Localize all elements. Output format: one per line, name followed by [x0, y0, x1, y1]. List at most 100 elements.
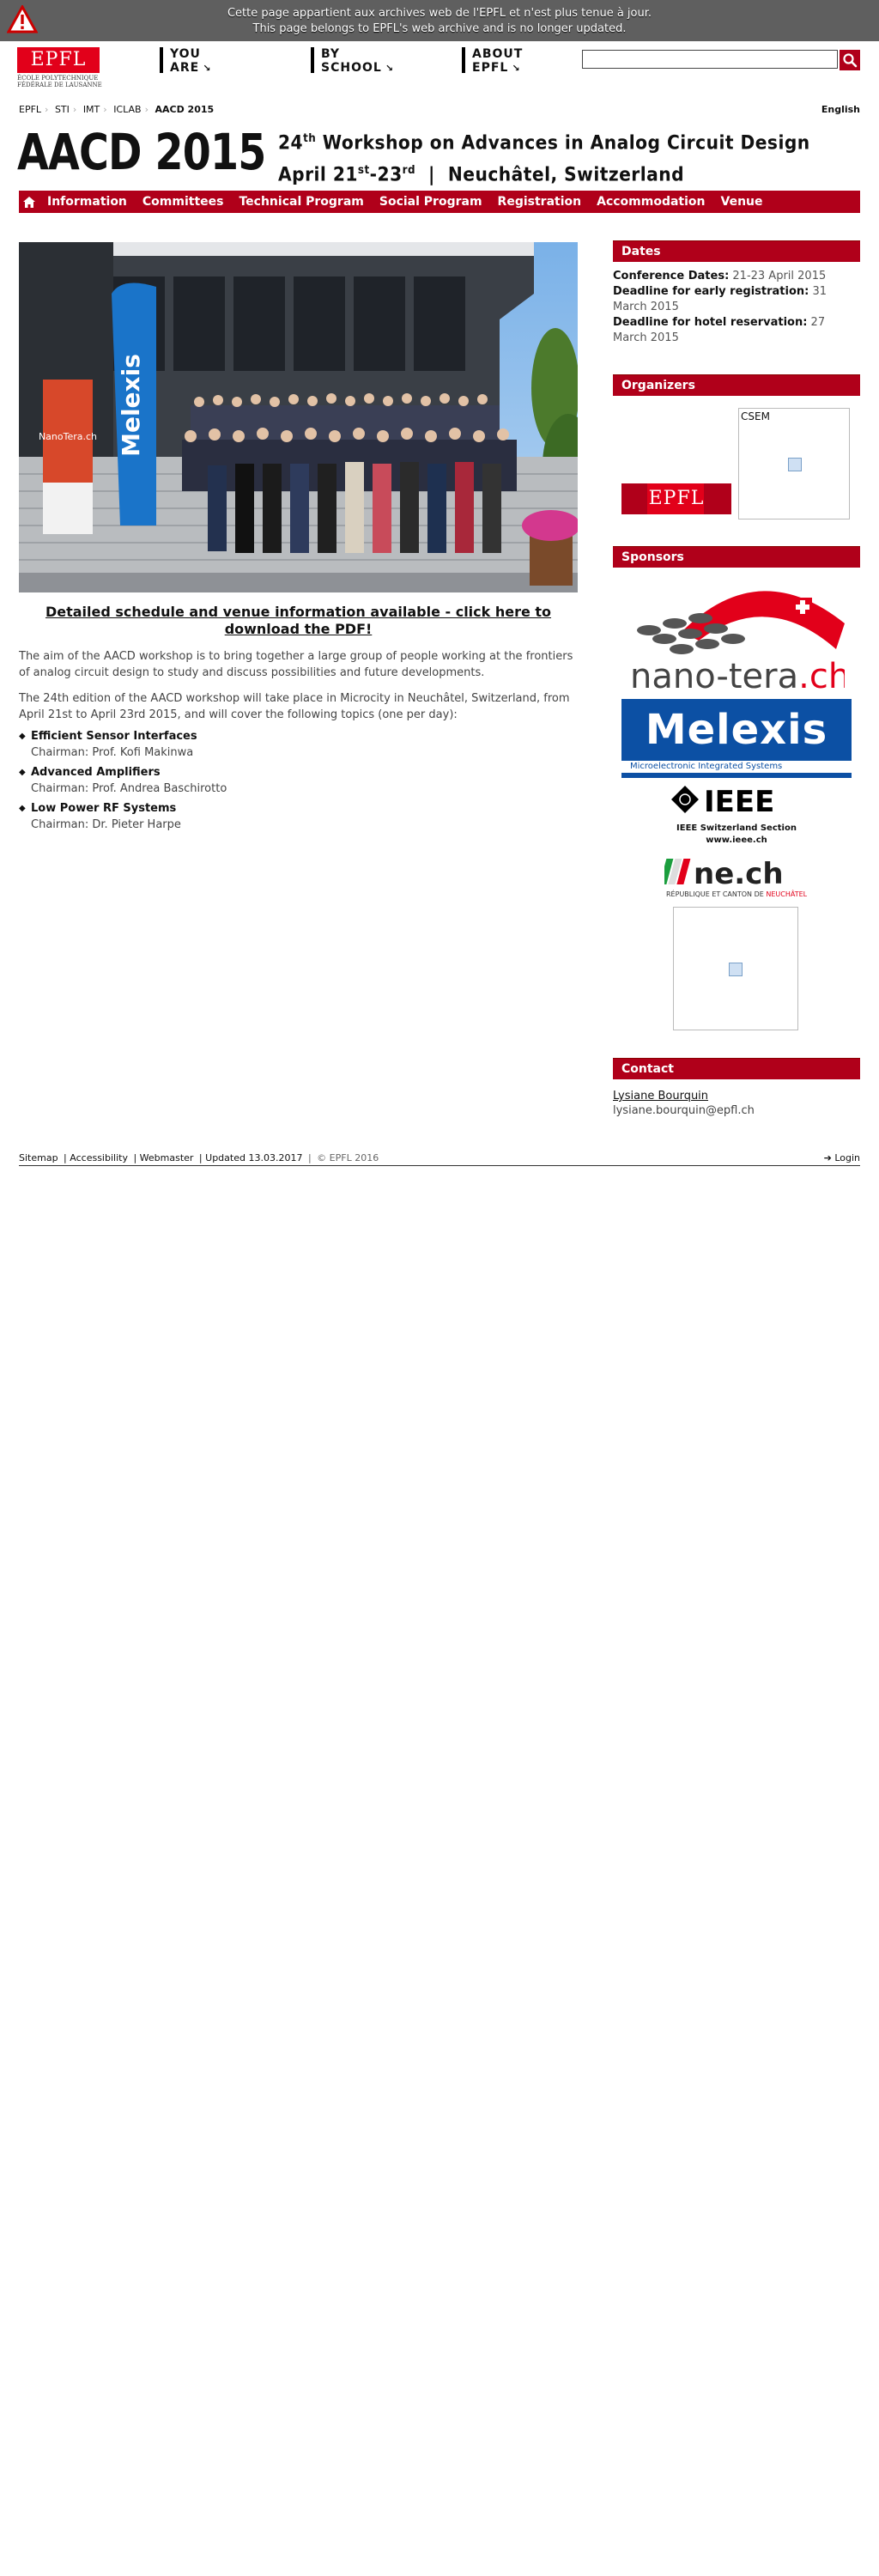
svg-text:ne.ch: ne.ch [694, 857, 784, 891]
contact-heading: Contact [613, 1058, 860, 1079]
dates-box: Dates Conference Dates: 21-23 April 2015… [613, 240, 860, 346]
footer-updated: Updated 13.03.2017 [205, 1152, 303, 1163]
edition-paragraph: The 24th edition of the AACD workshop wi… [19, 692, 570, 721]
sponsor-melexis[interactable]: Melexis Microelectronic Integrated Syste… [621, 699, 852, 778]
sponsor-nano-tera[interactable]: nano-tera.ch [630, 572, 850, 696]
organizers-heading: Organizers [613, 374, 860, 396]
csem-label: CSEM [741, 410, 770, 422]
nav-you-are[interactable]: YOU ARE ↘ [160, 47, 307, 75]
dates-heading: Dates [613, 240, 860, 262]
topic-chair: Chairman: Prof. Andrea Baschirotto [31, 782, 227, 795]
archive-text-fr: Cette page appartient aux archives web d… [227, 7, 652, 20]
topic-title: Efficient Sensor Interfaces [31, 730, 197, 743]
breadcrumb-epfl[interactable]: EPFL [19, 104, 41, 115]
breadcrumb-iclab[interactable]: ICLAB [113, 104, 141, 115]
contact-email: lysiane.bourquin@epfl.ch [613, 1104, 755, 1117]
date-item: Deadline for early registration: 31 Marc… [613, 285, 827, 313]
sponsor-ieee[interactable]: IEEE IEEE Switzerland Section www.ieee.c… [668, 784, 805, 848]
schedule-pdf-link[interactable]: Detailed schedule and venue information … [19, 604, 578, 638]
nav-about-epfl-line2: EPFL [472, 61, 509, 75]
menu-accommodation[interactable]: Accommodation [589, 195, 712, 209]
archive-banner: Cette page appartient aux archives web d… [0, 0, 879, 41]
list-item: Advanced Amplifiers Chairman: Prof. Andr… [19, 764, 578, 797]
home-button[interactable] [19, 191, 39, 213]
group-photo: Melexis NanoTera.ch [19, 242, 578, 592]
page-title: AACD 2015 [17, 123, 266, 181]
arrow-down-right-icon: ↘ [203, 63, 212, 74]
subtitle-line2: April 21st-23rd | Neuchâtel, Switzerland [278, 164, 685, 186]
logo-text: EPFL [30, 49, 87, 70]
intro-paragraph: The aim of the AACD workshop is to bring… [19, 650, 573, 679]
footer-copyright: © EPFL 2016 [317, 1152, 379, 1163]
arrow-down-right-icon: ↘ [385, 63, 395, 74]
epfl-logo[interactable]: EPFL ÉCOLE POLYTECHNIQUE FÉDÉRALE DE LAU… [17, 47, 103, 88]
arrow-down-right-icon: ↘ [512, 63, 521, 74]
date-item: Conference Dates: 21-23 April 2015 [613, 270, 827, 283]
login-label: Login [834, 1152, 860, 1163]
sponsor-neuchatel[interactable]: ne.ch RÉPUBLIQUE ET CANTON DE NEUCHÂTEL [659, 854, 810, 900]
language-switch[interactable]: English [821, 104, 860, 115]
footer-divider [19, 1165, 860, 1166]
login-link[interactable]: ➔ Login [824, 1152, 860, 1163]
search-input[interactable] [582, 50, 838, 69]
breadcrumb: EPFL › STI › IMT › ICLAB › AACD 2015 [19, 104, 215, 115]
menu-committees[interactable]: Committees [135, 195, 232, 209]
organizer-csem-image[interactable]: CSEM [738, 408, 850, 519]
nav-you-are-line2: ARE [170, 61, 200, 75]
contact-box: Contact Lysiane Bourquin lysiane.bourqui… [613, 1058, 860, 1117]
logo-subtitle-1: ÉCOLE POLYTECHNIQUE [17, 75, 99, 82]
menu-technical-program[interactable]: Technical Program [231, 195, 371, 209]
contact-name-link[interactable]: Lysiane Bourquin [613, 1090, 860, 1103]
banner-nanotera-text: NanoTera.ch [39, 431, 97, 442]
breadcrumb-current: AACD 2015 [155, 104, 215, 115]
nav-by-school-line1: BY [321, 47, 341, 61]
organizer-epfl-text: EPFL [648, 488, 705, 509]
menu-social-program[interactable]: Social Program [372, 195, 490, 209]
search-button[interactable] [840, 50, 860, 70]
nav-by-school-line2: SCHOOL [321, 61, 382, 75]
svg-text:IEEE Switzerland Section: IEEE Switzerland Section [676, 823, 797, 833]
menu-information[interactable]: Information [39, 195, 135, 209]
nav-you-are-line1: YOU [170, 47, 201, 61]
svg-text:IEEE: IEEE [704, 785, 774, 819]
breadcrumb-imt[interactable]: IMT [83, 104, 100, 115]
home-icon [23, 196, 35, 208]
footer-webmaster[interactable]: Webmaster [140, 1152, 194, 1163]
logo-subtitle-2: FÉDÉRALE DE LAUSANNE [17, 82, 102, 88]
footer-accessibility[interactable]: Accessibility [70, 1152, 128, 1163]
nav-by-school[interactable]: BY SCHOOL ↘ [311, 47, 458, 75]
archive-text-en: This page belongs to EPFL's web archive … [252, 22, 627, 35]
svg-text:RÉPUBLIQUE ET CANTON DE NEUCHÂ: RÉPUBLIQUE ET CANTON DE NEUCHÂTEL [666, 889, 808, 898]
topic-title: Advanced Amplifiers [31, 766, 161, 779]
melexis-tagline: Microelectronic Integrated Systems [630, 762, 783, 771]
sponsor-image-placeholder[interactable] [673, 907, 798, 1030]
top-nav: YOU ARE ↘ BY SCHOOL ↘ ABOUT EPFL ↘ [160, 47, 613, 75]
subtitle-line1: 24th Workshop on Advances in Analog Circ… [278, 132, 810, 155]
date-item: Deadline for hotel reservation: 27 March… [613, 316, 826, 344]
sponsors-box: Sponsors nano-tera.ch Melexis Microelect… [613, 546, 860, 1044]
search-icon [843, 53, 858, 68]
sponsors-heading: Sponsors [613, 546, 860, 568]
organizer-epfl-logo[interactable]: EPFL [621, 483, 731, 514]
arrow-right-icon: ➔ [823, 1152, 832, 1163]
main-menu: Information Committees Technical Program… [19, 191, 860, 213]
topic-title: Low Power RF Systems [31, 802, 177, 815]
menu-venue[interactable]: Venue [713, 195, 771, 209]
topic-chair: Chairman: Dr. Pieter Harpe [31, 818, 181, 831]
broken-image-icon [729, 963, 743, 976]
topics-list: Efficient Sensor Interfaces Chairman: Pr… [19, 728, 578, 836]
banner-melexis-text: Melexis [117, 354, 145, 457]
footer-sitemap[interactable]: Sitemap [19, 1152, 58, 1163]
menu-registration[interactable]: Registration [490, 195, 590, 209]
broken-image-icon [788, 458, 802, 471]
melexis-text: Melexis [645, 706, 828, 754]
page-subtitle: 24th Workshop on Advances in Analog Circ… [278, 125, 810, 190]
search-bar [582, 50, 860, 70]
topic-chair: Chairman: Prof. Kofi Makinwa [31, 746, 194, 759]
organizers-box: Organizers EPFL CSEM [613, 374, 860, 519]
svg-text:www.ieee.ch: www.ieee.ch [706, 835, 767, 845]
breadcrumb-sti[interactable]: STI [55, 104, 70, 115]
list-item: Low Power RF Systems Chairman: Dr. Piete… [19, 800, 578, 833]
nano-tera-text: nano-tera.ch [630, 657, 845, 694]
footer: Sitemap | Accessibility | Webmaster | Up… [19, 1152, 860, 1163]
